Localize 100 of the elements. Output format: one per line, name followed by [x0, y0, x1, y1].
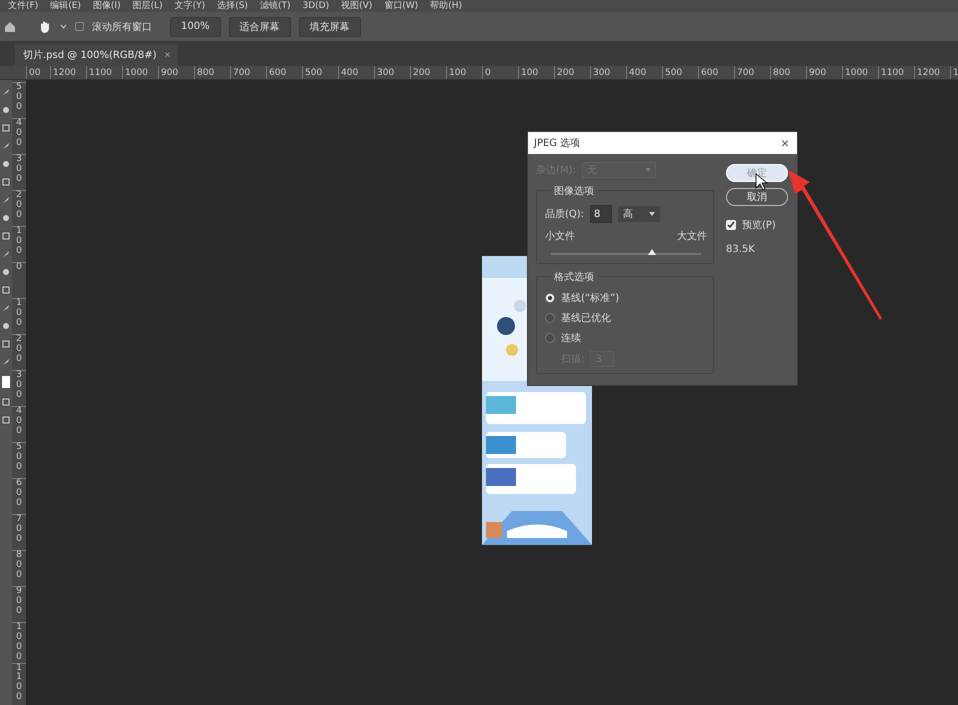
document-tab[interactable]: 切片.psd @ 100%(RGB/8#) × [15, 44, 178, 66]
file-size: 83.5K [726, 244, 756, 255]
menu-item[interactable]: 滤镜(T) [260, 1, 290, 11]
ruler-label: 200 [16, 191, 22, 222]
menu-item[interactable]: 3D(D) [302, 1, 330, 11]
tool-icon[interactable] [2, 398, 10, 406]
zoom-button[interactable]: 适合屏幕 [228, 16, 291, 36]
tool-icon[interactable] [2, 88, 10, 96]
menu-item[interactable]: 图像(I) [92, 1, 121, 11]
ruler-label: 1100 [878, 66, 914, 79]
ruler-label: 100 [16, 299, 22, 330]
tool-icon[interactable] [2, 196, 10, 204]
ruler-label: 400 [16, 119, 22, 150]
checkbox[interactable] [75, 22, 84, 31]
tool-icon[interactable] [2, 358, 10, 366]
group-title: 格式选项 [551, 270, 597, 284]
close-button[interactable]: × [164, 50, 170, 60]
ruler-label: 400 [338, 66, 374, 79]
quality-label: 品质(Q): [545, 208, 584, 221]
group-title: 图像选项 [551, 184, 597, 198]
ruler-label: 500 [662, 66, 698, 79]
ruler-label: 300 [16, 371, 22, 402]
caret-icon[interactable] [60, 24, 67, 29]
ruler-label: 900 [806, 66, 842, 79]
ruler-label: 100 [518, 66, 554, 79]
caret-icon [644, 168, 651, 172]
menu-item[interactable]: 文件(F) [8, 1, 38, 11]
hand-icon[interactable] [38, 20, 52, 34]
ruler-label: 1200 [914, 66, 950, 79]
tool-icon[interactable] [2, 142, 10, 150]
ruler-label: 700 [734, 66, 770, 79]
ruler-label: 300 [16, 155, 22, 186]
ruler-label: 700 [16, 515, 22, 546]
quality-field[interactable]: 8 [590, 205, 612, 223]
tool-icon[interactable] [2, 232, 10, 240]
tool-icon[interactable] [2, 178, 10, 186]
ruler-label: 1000 [122, 66, 158, 79]
ruler-label: 400 [16, 407, 22, 438]
ruler-label: 0 [482, 66, 518, 79]
radio-label: 基线已优化 [561, 312, 611, 325]
menu-item[interactable]: 帮助(H) [430, 1, 462, 11]
ruler-label: 300 [374, 66, 410, 79]
tool-icon[interactable] [2, 304, 10, 312]
ruler-label: 200 [554, 66, 590, 79]
ruler-label: 700 [230, 66, 266, 79]
menu-item[interactable]: 文字(Y) [174, 1, 206, 11]
tool-icon[interactable] [2, 214, 10, 222]
color-swatch[interactable] [2, 376, 10, 388]
ruler-label: 500 [16, 443, 22, 474]
tool-icon[interactable] [2, 416, 10, 424]
tool-icon[interactable] [2, 322, 10, 330]
slider-min-label: 小文件 [545, 230, 575, 243]
ruler-label: 1000 [16, 623, 22, 663]
dialog-title: JPEG 选项 [534, 136, 580, 150]
radio-label: 基线(“标准”) [561, 292, 620, 305]
zoom-button[interactable]: 填充屏幕 [298, 16, 361, 36]
ruler-label: 300 [590, 66, 626, 79]
ruler-label: 1200 [50, 66, 86, 79]
menu-item[interactable]: 窗口(W) [384, 1, 418, 11]
radio-button[interactable] [545, 293, 555, 303]
ruler-label: 600 [698, 66, 734, 79]
preview-label: 预览(P) [742, 219, 776, 232]
menu-item[interactable]: 图层(L) [132, 1, 163, 11]
ruler-label: 500 [302, 66, 338, 79]
caret-icon [649, 212, 656, 216]
ruler-label: 900 [158, 66, 194, 79]
tool-icon[interactable] [2, 340, 10, 348]
radio-label: 连续 [561, 332, 581, 345]
home-icon[interactable] [4, 20, 16, 32]
ruler-label: 200 [410, 66, 446, 79]
ruler-label: 900 [16, 587, 22, 618]
checkbox-label: 滚动所有窗口 [92, 20, 152, 34]
ruler-label: 100 [446, 66, 482, 79]
radio-button[interactable] [545, 313, 555, 323]
tool-icon[interactable] [2, 124, 10, 132]
slider-max-label: 大文件 [677, 230, 707, 243]
ruler-label: 1100 [86, 66, 122, 79]
menu-item[interactable]: 选择(S) [217, 1, 248, 11]
checkbox[interactable] [726, 220, 736, 230]
tool-icon[interactable] [2, 106, 10, 114]
tool-icon[interactable] [2, 268, 10, 276]
menu-item[interactable]: 编辑(E) [50, 1, 81, 11]
tool-icon[interactable] [2, 286, 10, 294]
tool-icon[interactable] [2, 160, 10, 168]
zoom-button[interactable]: 100% [170, 16, 221, 36]
radio-button[interactable] [545, 333, 555, 343]
menu-item[interactable]: 视图(V) [341, 1, 372, 11]
ruler-label: 1000 [842, 66, 878, 79]
close-button[interactable]: × [780, 135, 789, 151]
ruler-label: 400 [626, 66, 662, 79]
ruler-label: 100 [16, 227, 22, 258]
slider-thumb[interactable] [648, 249, 656, 255]
tool-icon[interactable] [2, 250, 10, 258]
quality-select[interactable]: 高 [618, 206, 660, 222]
tab-title: 切片.psd @ 100%(RGB/8#) [23, 48, 157, 62]
cancel-button[interactable]: 取消 [726, 188, 788, 206]
ruler-label: 00 [26, 66, 50, 79]
ruler-label: 500 [16, 83, 22, 114]
ruler-label: 800 [16, 551, 22, 582]
ruler-label: 0 [16, 263, 22, 274]
